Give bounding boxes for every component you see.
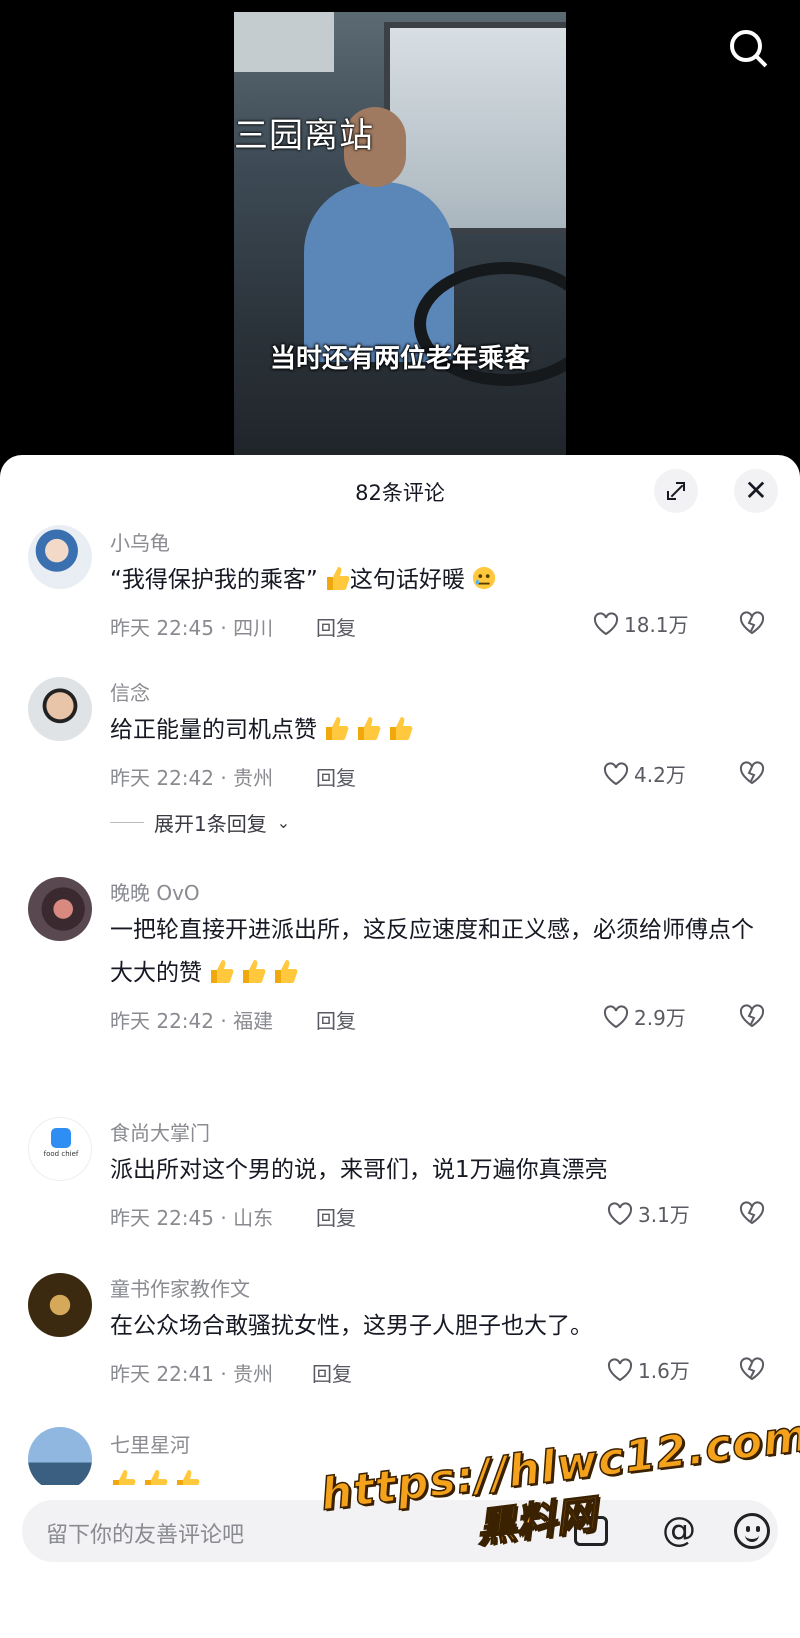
broken-heart-icon[interactable] — [738, 1355, 766, 1383]
comment-text: “我得保护我的乘客” 这句话好暖 — [110, 559, 770, 602]
comment-time-location: 昨天 22:42 · 福建 — [110, 1009, 274, 1033]
comment-item: 童书作家教作文 在公众场合敢骚扰女性，这男子人胆子也大了。 昨天 22:41 ·… — [0, 1271, 800, 1411]
chevron-down-icon: ⌄ — [276, 813, 291, 832]
avatar[interactable] — [28, 525, 92, 589]
thumbs-up-emoji-icon — [390, 717, 413, 740]
like-button[interactable]: 1.6万 — [606, 1355, 690, 1384]
thumbs-up-emoji-icon — [211, 960, 234, 983]
broken-heart-icon[interactable] — [738, 609, 766, 637]
like-count: 18.1万 — [624, 613, 689, 637]
like-count: 2.9万 — [634, 1006, 686, 1030]
close-icon: ✕ — [744, 474, 768, 507]
divider — [110, 822, 144, 823]
like-button[interactable]: 3.1万 — [606, 1199, 690, 1228]
heart-icon — [603, 761, 629, 785]
reply-button[interactable]: 回复 — [316, 1202, 356, 1231]
search-icon[interactable] — [726, 26, 770, 70]
avatar[interactable] — [28, 1427, 92, 1491]
thumbs-up-emoji-icon — [275, 960, 298, 983]
comment-text: 一把轮直接开进派出所，这反应速度和正义感，必须给师傅点个大大的赞 — [110, 917, 754, 986]
comment-username[interactable]: 晚晚 OvO — [110, 877, 200, 906]
comment-time-location: 昨天 22:41 · 贵州 — [110, 1362, 274, 1386]
reply-button[interactable]: 回复 — [316, 1005, 356, 1034]
comment-text: 在公众场合敢骚扰女性，这男子人胆子也大了。 — [110, 1313, 593, 1339]
video-caption: 当时还有两位老年乘客 — [269, 344, 530, 374]
avatar[interactable] — [28, 677, 92, 741]
reply-button[interactable]: 回复 — [312, 1358, 352, 1387]
bus-window-left — [234, 12, 334, 72]
video-frame — [234, 12, 566, 460]
close-button[interactable]: ✕ — [734, 469, 778, 513]
like-button[interactable]: 18.1万 — [592, 609, 689, 638]
like-count: 1.6万 — [638, 1359, 690, 1383]
comment-item: 小乌龟 “我得保护我的乘客” 这句话好暖 昨天 22:45 · 四川 回复 18.… — [0, 525, 800, 675]
like-button[interactable]: 4.2万 — [602, 759, 686, 788]
comment-username[interactable]: 小乌龟 — [110, 527, 170, 556]
thumbs-up-emoji-icon — [358, 717, 381, 740]
touched-emoji-icon — [472, 566, 495, 590]
reply-button[interactable]: 回复 — [316, 612, 356, 641]
like-button[interactable]: 2.9万 — [602, 1002, 686, 1031]
avatar[interactable] — [28, 1273, 92, 1337]
heart-icon — [603, 1004, 629, 1028]
comment-username[interactable]: 信念 — [110, 677, 150, 706]
expand-sheet-button[interactable] — [654, 469, 698, 513]
comment-text: 派出所对这个男的说，来哥们，说1万遍你真漂亮 — [110, 1157, 608, 1183]
comment-item: 信念 给正能量的司机点赞 昨天 22:42 · 贵州 回复 4.2万 展开1条回… — [0, 675, 800, 837]
avatar-logo-text: food chief — [43, 1150, 79, 1158]
like-count: 3.1万 — [638, 1203, 690, 1227]
comment-time-location: 昨天 22:45 · 四川 — [110, 616, 274, 640]
station-sign-text: 三园离站 — [234, 116, 374, 156]
expand-replies-button[interactable]: 展开1条回复 ⌄ — [110, 808, 290, 837]
heart-icon — [607, 1357, 633, 1381]
reply-button[interactable]: 回复 — [316, 762, 356, 791]
thumbs-up-emoji-icon — [326, 717, 349, 740]
thumbs-up-emoji-icon — [243, 960, 266, 983]
broken-heart-icon[interactable] — [738, 1199, 766, 1227]
video-player[interactable]: 三园离站 当时还有两位老年乘客 — [0, 0, 800, 460]
comment-input-placeholder: 留下你的友善评论吧 — [46, 1523, 245, 1548]
avatar[interactable] — [28, 877, 92, 941]
comment-item: food chief 食尚大掌门 派出所对这个男的说，来哥们，说1万遍你真漂亮 … — [0, 1115, 800, 1255]
heart-icon — [593, 611, 619, 635]
comment-text: 给正能量的司机点赞 — [110, 709, 770, 752]
avatar[interactable]: food chief — [28, 1117, 92, 1181]
heart-icon — [607, 1201, 633, 1225]
expand-icon — [667, 482, 685, 500]
comment-username[interactable]: 童书作家教作文 — [110, 1273, 250, 1302]
comment-username[interactable]: 食尚大掌门 — [110, 1117, 210, 1146]
comment-time-location: 昨天 22:45 · 山东 — [110, 1206, 274, 1230]
like-count: 4.2万 — [634, 763, 686, 787]
thumbs-up-emoji-icon — [326, 567, 350, 590]
comment-item: 晚晚 OvO 一把轮直接开进派出所，这反应速度和正义感，必须给师傅点个大大的赞 … — [0, 875, 800, 1045]
comment-username[interactable]: 七里星河 — [110, 1429, 190, 1458]
comment-time-location: 昨天 22:42 · 贵州 — [110, 766, 274, 790]
broken-heart-icon[interactable] — [738, 1002, 766, 1030]
broken-heart-icon[interactable] — [738, 759, 766, 787]
